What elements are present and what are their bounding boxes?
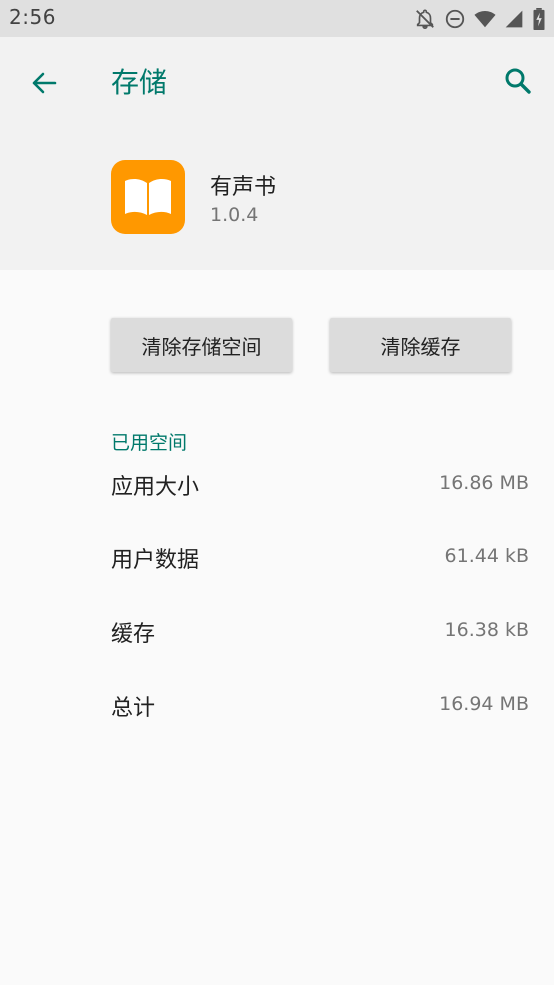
storage-row-total: 总计 16.94 MB (111, 690, 529, 730)
do-not-disturb-icon (445, 9, 465, 29)
back-arrow-icon (32, 72, 57, 94)
storage-row-value: 61.44 kB (444, 545, 529, 567)
storage-row-value: 16.94 MB (439, 693, 529, 715)
search-icon (505, 68, 531, 94)
storage-row-label: 总计 (111, 696, 156, 721)
storage-row-label: 用户数据 (111, 548, 200, 573)
section-title-used-space: 已用空间 (111, 432, 188, 454)
open-book-icon (125, 178, 171, 215)
back-button[interactable] (24, 63, 64, 103)
page-title: 存储 (111, 66, 168, 99)
notifications-off-icon (416, 9, 434, 29)
storage-row-user-data: 用户数据 61.44 kB (111, 542, 529, 582)
app-icon (111, 160, 185, 234)
status-time: 2:56 (9, 5, 56, 29)
battery-charging-icon (533, 8, 545, 30)
search-button[interactable] (498, 61, 538, 101)
app-name: 有声书 (210, 175, 277, 200)
storage-row-label: 应用大小 (111, 475, 200, 500)
storage-row-value: 16.38 kB (444, 619, 529, 641)
app-version: 1.0.4 (210, 204, 259, 226)
storage-row-value: 16.86 MB (439, 472, 529, 494)
status-bar: 2:56 (0, 0, 554, 37)
clear-storage-button[interactable]: 清除存储空间 (111, 318, 292, 372)
storage-row-app-size: 应用大小 16.86 MB (111, 469, 529, 509)
wifi-icon (474, 11, 496, 28)
app-header: 存储 有声书 1.0.4 (0, 37, 554, 270)
status-icons (414, 7, 546, 31)
storage-row-label: 缓存 (111, 622, 156, 647)
cellular-signal-icon (505, 10, 523, 28)
clear-cache-button[interactable]: 清除缓存 (330, 318, 511, 372)
storage-row-cache: 缓存 16.38 kB (111, 616, 529, 656)
